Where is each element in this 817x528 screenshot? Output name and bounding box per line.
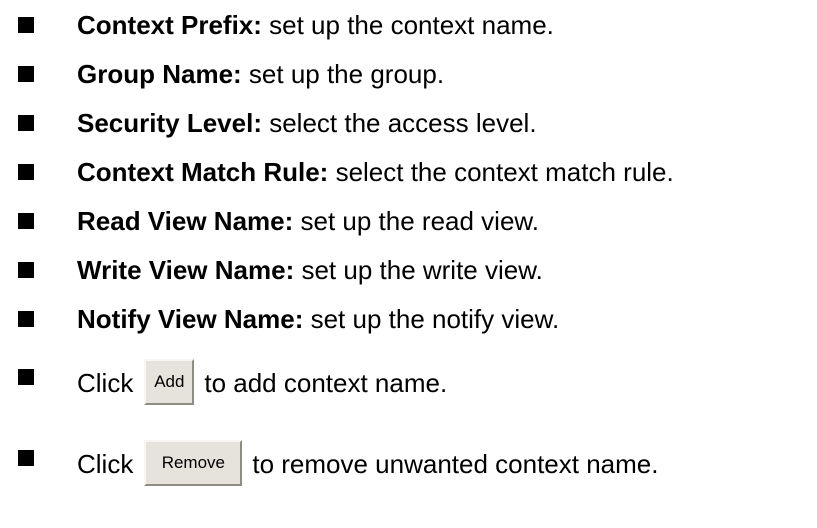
item-description: select the context match rule. <box>328 157 674 187</box>
square-bullet-icon <box>18 17 34 33</box>
list-item-text: Click Add to add context name. <box>77 359 448 408</box>
square-bullet-icon <box>18 213 34 229</box>
square-bullet-icon <box>18 115 34 131</box>
square-bullet-icon <box>18 66 34 82</box>
item-term: Write View Name: <box>77 255 295 285</box>
list-item-text: Write View Name: set up the write view. <box>77 255 543 285</box>
item-term: Context Prefix: <box>77 10 262 40</box>
click-prefix: Click <box>77 367 134 398</box>
list-item-text: Read View Name: set up the read view. <box>77 206 539 236</box>
remove-button[interactable]: Remove <box>144 440 243 486</box>
item-description: select the access level. <box>261 108 537 138</box>
remove-instruction-suffix: to remove unwanted context name. <box>252 448 659 479</box>
item-description: set up the notify view. <box>303 304 560 334</box>
list-item-text: Context Match Rule: select the context m… <box>77 157 674 187</box>
list-item-text: Security Level: select the access level. <box>77 108 537 138</box>
item-term: Notify View Name: <box>77 304 304 334</box>
square-bullet-icon <box>18 450 34 466</box>
item-description: set up the context name. <box>261 10 554 40</box>
square-bullet-icon <box>18 262 34 278</box>
add-instruction-suffix: to add context name. <box>204 367 448 398</box>
item-term: Read View Name: <box>77 206 294 236</box>
item-description: set up the read view. <box>293 206 540 236</box>
list-item-text: Click Remove to remove unwanted context na… <box>77 440 659 489</box>
item-description: set up the write view. <box>294 255 543 285</box>
click-prefix: Click <box>77 448 134 479</box>
square-bullet-icon <box>18 164 34 180</box>
list-item-text: Context Prefix: set up the context name. <box>77 10 554 40</box>
list-item-text: Notify View Name: set up the notify view… <box>77 304 559 334</box>
square-bullet-icon <box>18 369 34 385</box>
list-item-text: Group Name: set up the group. <box>77 59 444 89</box>
square-bullet-icon <box>18 311 34 327</box>
item-term: Context Match Rule: <box>77 157 329 187</box>
item-term: Group Name: <box>77 59 242 89</box>
add-button[interactable]: Add <box>144 359 195 405</box>
item-description: set up the group. <box>241 59 445 89</box>
item-term: Security Level: <box>77 108 262 138</box>
